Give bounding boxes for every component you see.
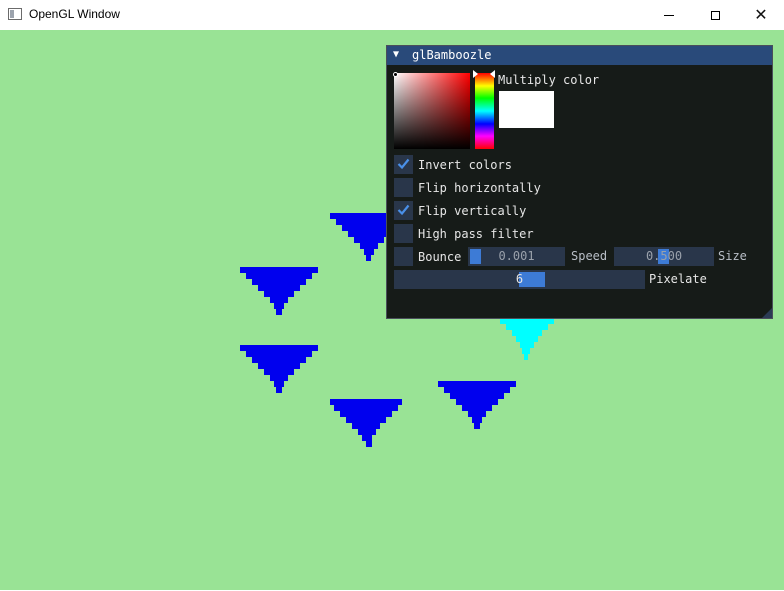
flip-vertically-checkbox[interactable]: [394, 201, 413, 220]
pixelate-value: 6: [515, 272, 524, 286]
close-icon: ✕: [754, 5, 768, 24]
triangle-cyan: [500, 318, 554, 360]
saturation-value-picker[interactable]: [394, 73, 470, 149]
close-button[interactable]: ✕: [738, 0, 784, 30]
triangle-5: [438, 381, 516, 429]
maximize-icon: [710, 10, 720, 20]
glbamboozle-panel[interactable]: ▼ glBamboozle Multiply color Invert colo…: [386, 45, 773, 319]
triangle-4: [330, 399, 402, 447]
multiply-color-swatch[interactable]: [499, 91, 554, 128]
app-window-icon: [8, 8, 22, 20]
maximize-button[interactable]: [692, 0, 738, 30]
invert-colors-checkbox[interactable]: [394, 155, 413, 174]
checkbox-label: High pass filter: [418, 226, 534, 241]
size-slider[interactable]: 0.500: [614, 247, 714, 266]
size-value: 0.500: [645, 249, 683, 263]
flip-horizontally-checkbox[interactable]: [394, 178, 413, 197]
flip-vertically-checkbox-row[interactable]: Flip vertically: [394, 201, 526, 220]
speed-slider-grab[interactable]: [470, 249, 481, 264]
speed-slider[interactable]: 0.001: [468, 247, 565, 266]
collapse-arrow-icon[interactable]: ▼: [393, 49, 399, 60]
minimize-icon: [664, 14, 674, 16]
high-pass-filter-checkbox[interactable]: [394, 224, 413, 243]
panel-titlebar[interactable]: ▼ glBamboozle: [387, 46, 772, 65]
checkbox-label: Flip horizontally: [418, 180, 541, 195]
flip-horizontally-checkbox-row[interactable]: Flip horizontally: [394, 178, 541, 197]
window-titlebar[interactable]: OpenGL Window ✕: [0, 0, 784, 30]
checkbox-label: Flip vertically: [418, 203, 527, 218]
bounce-checkbox-row[interactable]: Bounce: [394, 247, 461, 266]
pixelate-label: Pixelate: [649, 272, 707, 286]
picker-cursor[interactable]: [393, 72, 398, 77]
resize-grip[interactable]: [762, 308, 772, 318]
window-title: OpenGL Window: [29, 7, 120, 21]
hue-slider[interactable]: [475, 73, 494, 149]
high-pass-filter-checkbox-row[interactable]: High pass filter: [394, 224, 534, 243]
minimize-button[interactable]: [646, 0, 692, 30]
invert-colors-checkbox-row[interactable]: Invert colors: [394, 155, 512, 174]
pixelate-slider[interactable]: 6: [394, 270, 645, 289]
bounce-checkbox[interactable]: [394, 247, 413, 266]
speed-value: 0.001: [498, 249, 535, 263]
hue-marker-left-icon: [473, 70, 478, 78]
speed-label: Speed: [571, 249, 608, 263]
checkbox-label: Bounce: [418, 249, 462, 264]
triangle-2: [240, 267, 318, 315]
panel-title: glBamboozle: [412, 48, 492, 62]
checkbox-label: Invert colors: [418, 157, 512, 172]
checkmark-icon: [397, 158, 410, 170]
triangle-3: [240, 345, 318, 393]
multiply-color-label: Multiply color: [498, 73, 600, 87]
hue-marker-right-icon: [490, 70, 495, 78]
size-label: Size: [718, 249, 747, 263]
checkmark-icon: [397, 204, 410, 216]
